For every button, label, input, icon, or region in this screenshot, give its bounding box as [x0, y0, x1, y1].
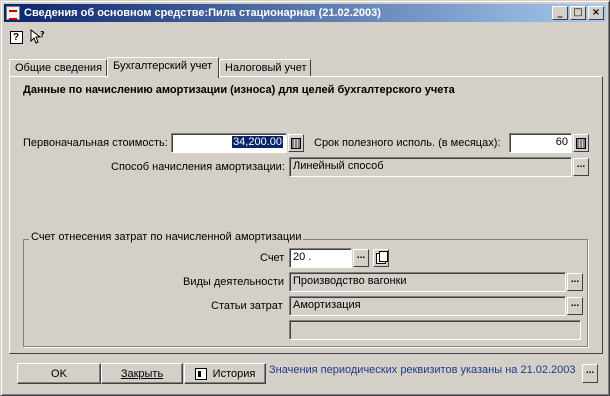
cost-item-extra-field[interactable]	[289, 320, 581, 340]
activity-field[interactable]: Производство вагонки	[289, 272, 566, 292]
useful-life-calculator-button[interactable]	[573, 134, 589, 152]
section-heading: Данные по начислению амортизации (износа…	[23, 84, 455, 96]
useful-life-label: Срок полезного исполь. (в месяцах):	[314, 137, 501, 149]
cost-item-label: Статьи затрат	[211, 300, 283, 312]
method-select-button[interactable]: ...	[573, 158, 589, 176]
account-input[interactable]: 20 .	[289, 248, 352, 268]
close-form-button[interactable]: Закрыть	[101, 363, 183, 384]
copy-icon	[376, 251, 388, 264]
method-field[interactable]: Линейный способ	[289, 157, 572, 177]
calculator-button[interactable]	[288, 134, 304, 152]
app-icon	[6, 6, 20, 20]
svg-text:?: ?	[40, 30, 45, 39]
initial-cost-label: Первоначальная стоимость:	[23, 137, 168, 149]
calculator-icon	[291, 138, 301, 149]
minimize-button[interactable]: _	[552, 6, 568, 20]
window-title: Сведения об основном средстве:Пила стаци…	[24, 7, 381, 19]
main-window: Сведения об основном средстве:Пила стаци…	[0, 0, 610, 396]
periodic-values-note: Значения периодических реквизитов указан…	[269, 364, 576, 376]
window-controls: _ □ ×	[550, 6, 604, 20]
maximize-button[interactable]: □	[570, 6, 586, 20]
useful-life-input[interactable]: 60	[509, 133, 572, 153]
tab-accounting[interactable]: Бухгалтерский учет	[107, 57, 219, 78]
help-icon[interactable]: ?	[7, 28, 25, 46]
close-button[interactable]: ×	[588, 6, 604, 20]
title-bar[interactable]: Сведения об основном средстве:Пила стаци…	[4, 4, 606, 22]
initial-cost-value: 34,200.00	[232, 136, 283, 148]
activity-label: Виды деятельности	[183, 276, 285, 288]
cost-item-select-button[interactable]: ...	[567, 297, 583, 315]
tab-tax[interactable]: Налоговый учет	[219, 59, 311, 77]
account-copy-button[interactable]	[373, 249, 389, 267]
tab-general[interactable]: Общие сведения	[9, 59, 107, 77]
close-form-label: Закрыть	[120, 367, 164, 380]
group-title: Счет отнесения затрат по начисленной амо…	[29, 231, 304, 243]
date-select-button[interactable]: ...	[582, 364, 598, 383]
activity-select-button[interactable]: ...	[567, 273, 583, 291]
cost-item-field[interactable]: Амортизация	[289, 296, 566, 316]
calculator-icon	[576, 138, 586, 149]
account-label: Счет	[260, 252, 285, 264]
account-select-button[interactable]: ...	[353, 249, 369, 267]
whats-this-icon[interactable]: ?	[29, 28, 47, 46]
method-label: Способ начисления амортизации:	[111, 161, 285, 173]
initial-cost-input[interactable]: 34,200.00	[171, 133, 287, 153]
history-icon	[194, 367, 207, 380]
toolbar: ? ?	[7, 28, 47, 46]
history-button[interactable]: История	[184, 363, 266, 384]
ok-button[interactable]: OK	[17, 363, 101, 384]
history-label: История	[212, 367, 256, 380]
